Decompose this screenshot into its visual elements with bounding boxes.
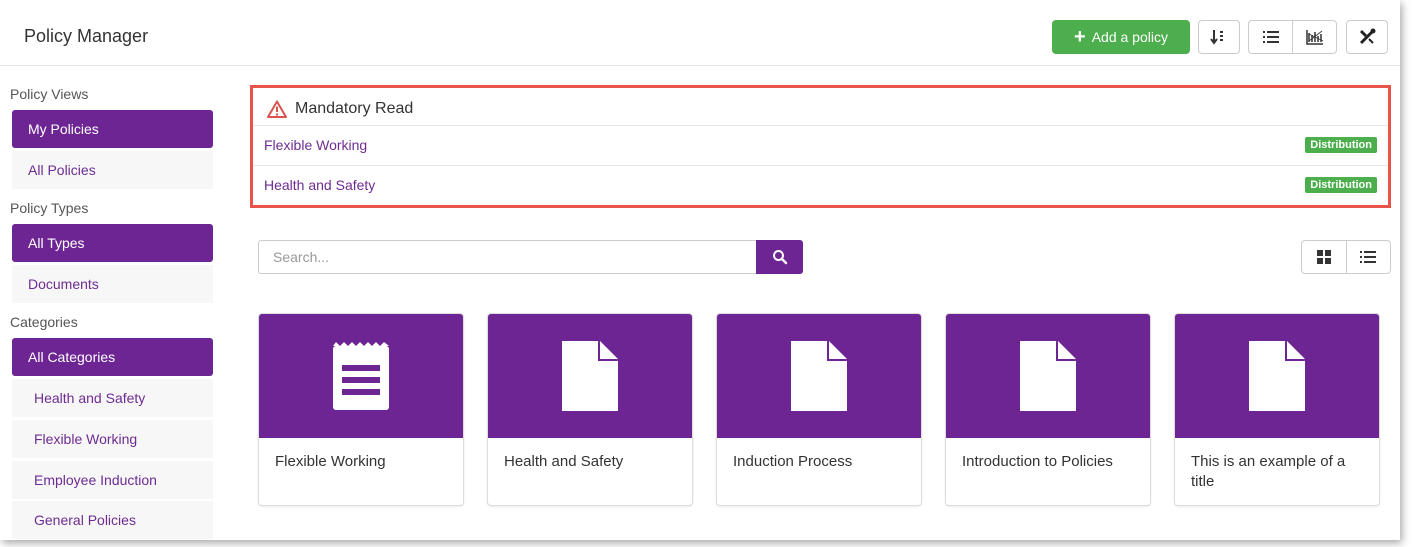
card-title: Flexible Working [275, 453, 386, 470]
document-icon [562, 341, 618, 411]
chart-icon [1305, 30, 1323, 45]
sidebar-item-flexible-working[interactable]: Flexible Working [12, 420, 213, 458]
policy-card-example-title[interactable]: This is an example of a title [1174, 313, 1380, 506]
status-badge: Distribution [1305, 177, 1377, 193]
list-view-button[interactable] [1248, 20, 1293, 54]
document-icon [1249, 341, 1305, 411]
tools-button[interactable] [1346, 20, 1388, 54]
top-bar: Policy Manager + Add a policy [0, 0, 1400, 66]
search-bar [258, 240, 803, 274]
app-window: Policy Manager + Add a policy Policy Vie… [0, 0, 1400, 540]
sidebar-item-all-policies[interactable]: All Policies [12, 151, 213, 189]
mandatory-link-flexible-working[interactable]: Flexible Working [264, 137, 367, 153]
card-thumbnail [259, 314, 463, 438]
card-thumbnail [946, 314, 1150, 438]
policy-card-health-and-safety[interactable]: Health and Safety [487, 313, 693, 506]
policy-card-flexible-working[interactable]: Flexible Working [258, 313, 464, 506]
tools-icon [1359, 28, 1376, 45]
policy-card-introduction-to-policies[interactable]: Introduction to Policies [945, 313, 1151, 506]
document-icon [1020, 341, 1076, 411]
list-view-toggle-button[interactable] [1347, 241, 1391, 273]
mandatory-item: Flexible Working Distribution [264, 126, 1377, 164]
search-input[interactable] [258, 240, 756, 274]
sort-icon [1210, 30, 1223, 45]
grid-view-button[interactable] [1302, 241, 1347, 273]
sidebar-item-documents[interactable]: Documents [12, 265, 213, 303]
mandatory-read-header: Mandatory Read [267, 94, 413, 124]
add-policy-label: Add a policy [1091, 29, 1168, 45]
search-button[interactable] [756, 240, 803, 274]
sort-button[interactable] [1198, 20, 1240, 54]
card-thumbnail [488, 314, 692, 438]
policy-views-heading: Policy Views [10, 86, 89, 102]
search-icon [772, 250, 787, 265]
card-title: This is an example of a title [1191, 453, 1346, 490]
sidebar-item-all-categories[interactable]: All Categories [12, 338, 213, 376]
policy-types-heading: Policy Types [10, 200, 89, 216]
mandatory-read-panel: Mandatory Read Flexible Working Distribu… [250, 85, 1391, 208]
card-title: Induction Process [733, 453, 853, 470]
card-thumbnail [717, 314, 921, 438]
grid-icon [1316, 250, 1331, 264]
status-badge: Distribution [1305, 137, 1377, 153]
card-thumbnail [1175, 314, 1379, 438]
document-icon [791, 341, 847, 411]
plus-icon: + [1074, 26, 1086, 48]
chart-view-button[interactable] [1292, 20, 1337, 54]
sidebar-item-general-policies[interactable]: General Policies [12, 501, 213, 539]
list-icon [1360, 251, 1377, 263]
list-icon [1262, 31, 1279, 43]
mandatory-item: Health and Safety Distribution [264, 166, 1377, 204]
warning-icon [267, 100, 287, 118]
sidebar-item-health-and-safety[interactable]: Health and Safety [12, 379, 213, 417]
notepad-icon [333, 342, 389, 410]
card-title: Introduction to Policies [962, 453, 1113, 470]
add-policy-button[interactable]: + Add a policy [1052, 20, 1190, 54]
mandatory-link-health-and-safety[interactable]: Health and Safety [264, 177, 375, 193]
card-title: Health and Safety [504, 453, 624, 470]
view-toggle [1301, 240, 1391, 274]
page-title: Policy Manager [24, 26, 149, 46]
mandatory-read-title: Mandatory Read [295, 100, 414, 117]
categories-heading: Categories [10, 314, 78, 330]
sidebar-item-my-policies[interactable]: My Policies [12, 110, 213, 148]
sidebar-item-employee-induction[interactable]: Employee Induction [12, 461, 213, 499]
sidebar-item-all-types[interactable]: All Types [12, 224, 213, 262]
policy-card-induction-process[interactable]: Induction Process [716, 313, 922, 506]
